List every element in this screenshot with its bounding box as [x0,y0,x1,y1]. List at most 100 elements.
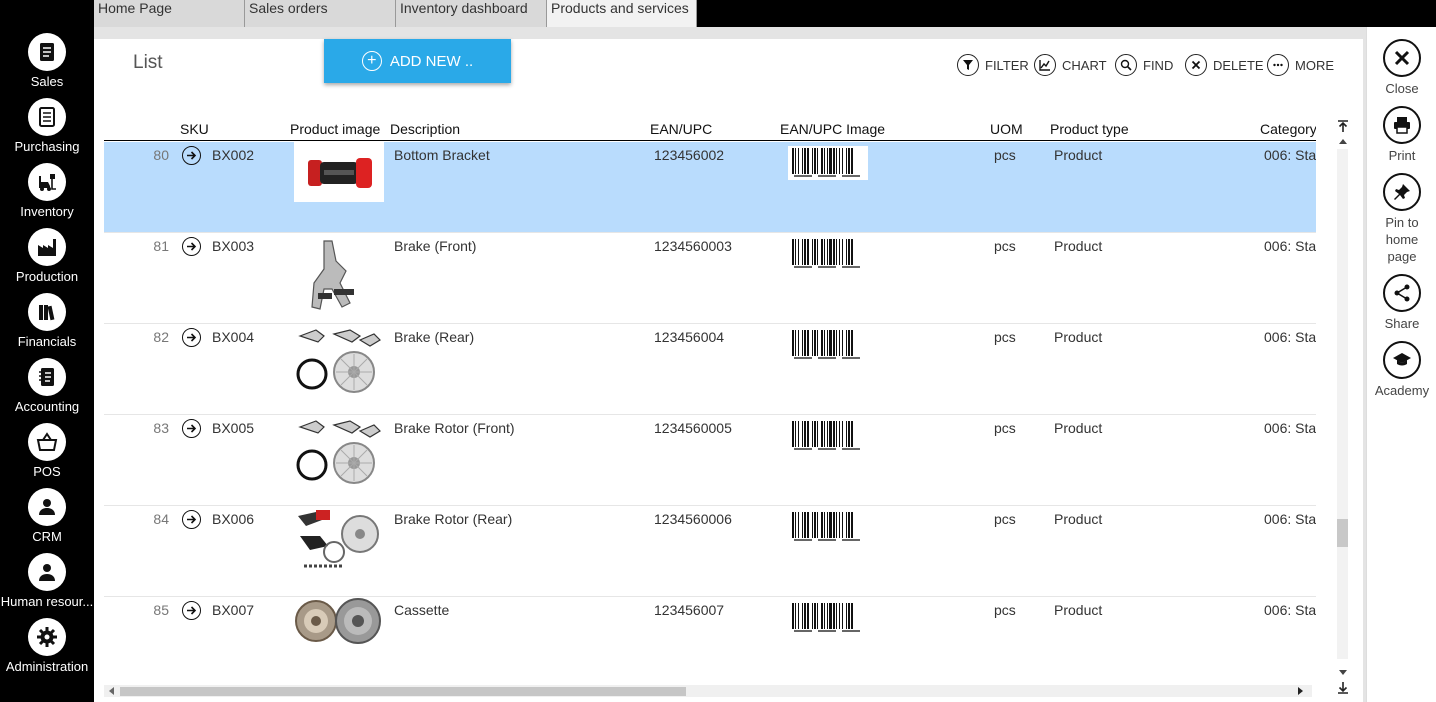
open-row-icon[interactable] [182,237,201,256]
scroll-up-icon[interactable] [1338,137,1348,147]
table-row[interactable]: 80 BX002 Bottom Bracket 123456002 pcs Pr… [104,142,1316,233]
vertical-scroll-track[interactable] [1337,149,1348,659]
tab-sales-orders[interactable]: Sales orders [245,0,396,27]
filter-button[interactable]: FILTER [957,53,1029,77]
table-row[interactable]: 84 BX006 Brake Rotor (Rear) 1234560006 p… [104,506,1316,597]
nav-pos-label: POS [33,464,61,479]
scroll-right-icon[interactable] [1296,687,1304,695]
nav-financials[interactable]: Financials [0,293,94,357]
uom-cell: pcs [994,147,1016,163]
nav-pos[interactable]: POS [0,423,94,487]
pin-to-home-page-button[interactable]: Pin to home page [1367,173,1436,265]
category-cell: 006: Standard [1264,329,1316,345]
open-row-icon[interactable] [182,419,201,438]
product-image [294,415,384,495]
sku-cell: BX003 [212,238,255,254]
tab-home-page[interactable]: Home Page [94,0,245,27]
ean-cell: 123456007 [654,602,725,618]
sku-cell: BX006 [212,511,255,527]
page-title: List [133,52,163,73]
more-icon [1267,54,1289,76]
col-category[interactable]: Category [1260,121,1316,137]
col-product-image[interactable]: Product image [290,121,380,137]
row-number: 83 [153,420,169,436]
nav-purchasing[interactable]: Purchasing [0,98,94,162]
scroll-bottom-icon[interactable] [1336,681,1350,695]
more-button[interactable]: MORE [1267,53,1334,77]
nav-sales-label: Sales [30,74,64,89]
nav-inventory[interactable]: Inventory [0,163,94,227]
category-cell: 006: Standard [1264,420,1316,436]
nav-administration[interactable]: Administration [0,618,94,682]
academy-button[interactable]: Academy [1367,341,1436,399]
printer-icon [1383,106,1421,144]
nav-crm[interactable]: CRM [0,488,94,552]
product-type-cell: Product [1054,329,1103,345]
nav-production[interactable]: Production [0,228,94,292]
col-uom[interactable]: UOM [990,121,1023,137]
row-number: 81 [153,238,169,254]
col-description[interactable]: Description [390,121,460,137]
scroll-left-icon[interactable] [108,687,116,695]
books-icon [28,293,66,331]
uom-cell: pcs [994,420,1016,436]
product-image [294,233,384,313]
barcode-image [788,237,868,271]
scroll-top-icon[interactable] [1336,119,1350,133]
col-sku[interactable]: SKU [180,121,209,137]
barcode-image [788,146,868,180]
horizontal-scroll-thumb[interactable] [120,687,686,696]
col-ean-upc[interactable]: EAN/UPC [650,121,712,137]
vertical-scrollbar[interactable] [1334,119,1352,699]
share-button[interactable]: Share [1367,274,1436,332]
graduation-cap-icon [1383,341,1421,379]
print-button[interactable]: Print [1367,106,1436,164]
open-row-icon[interactable] [182,601,201,620]
forklift-icon [28,163,66,201]
delete-icon [1185,54,1207,76]
description-cell: Brake Rotor (Front) [394,420,515,436]
close-button[interactable]: Close [1367,39,1436,97]
delete-button[interactable]: DELETE [1185,53,1264,77]
product-type-cell: Product [1054,420,1103,436]
nav-sales[interactable]: Sales [0,33,94,97]
grid-header: SKU Product image Description EAN/UPC EA… [104,121,1316,141]
table-row[interactable]: 85 BX007 Cassette 123456007 pcs Product … [104,597,1316,687]
handshake-icon [28,488,66,526]
tab-inventory-dashboard[interactable]: Inventory dashboard [396,0,547,27]
uom-cell: pcs [994,329,1016,345]
category-cell: 006: Standard [1264,511,1316,527]
tab-products-and-services[interactable]: Products and services [547,0,697,27]
share-icon [1383,274,1421,312]
chart-button[interactable]: CHART [1034,53,1107,77]
horizontal-scrollbar[interactable] [104,685,1312,697]
barcode-image [788,601,868,635]
product-type-cell: Product [1054,511,1103,527]
col-product-type[interactable]: Product type [1050,121,1129,137]
row-number: 85 [153,602,169,618]
table-row[interactable]: 82 BX004 Brake (Rear) 123456004 pcs Prod… [104,324,1316,415]
pin-icon [1383,173,1421,211]
find-button[interactable]: FIND [1115,53,1173,77]
table-row[interactable]: 81 BX003 Brake (Front) 1234560003 pcs Pr… [104,233,1316,324]
close-label: Close [1385,81,1419,96]
nav-inventory-label: Inventory [20,204,74,219]
barcode-image [788,419,868,453]
description-cell: Brake (Rear) [394,329,475,345]
nav-human-resources-label: Human resour... [0,594,94,609]
open-row-icon[interactable] [182,146,201,165]
add-new-button[interactable]: + ADD NEW .. [324,39,511,83]
table-row[interactable]: 83 BX005 Brake Rotor (Front) 1234560005 … [104,415,1316,506]
row-number: 84 [153,511,169,527]
open-row-icon[interactable] [182,510,201,529]
nav-human-resources[interactable]: Human resour... [0,553,94,617]
col-ean-upc-image[interactable]: EAN/UPC Image [780,121,885,137]
description-cell: Bottom Bracket [394,147,490,163]
open-row-icon[interactable] [182,328,201,347]
product-type-cell: Product [1054,238,1103,254]
scroll-down-icon[interactable] [1338,667,1348,677]
nav-accounting[interactable]: Accounting [0,358,94,422]
nav-production-label: Production [15,269,79,284]
vertical-scroll-thumb[interactable] [1337,519,1348,547]
product-image [294,142,384,222]
